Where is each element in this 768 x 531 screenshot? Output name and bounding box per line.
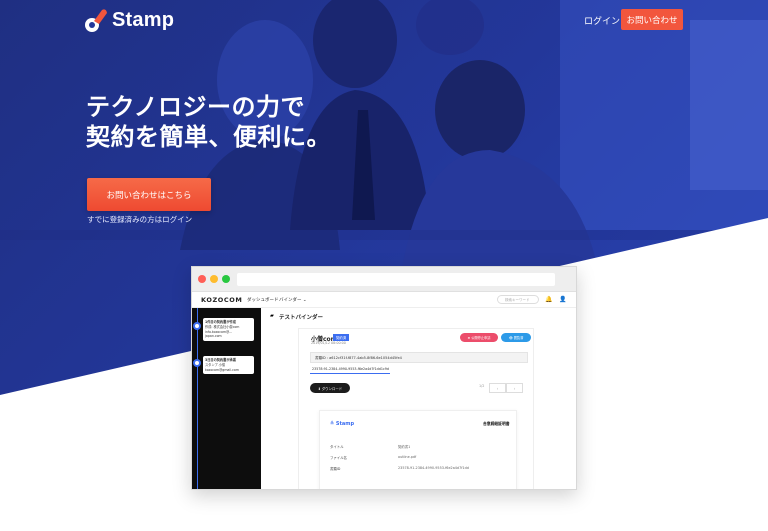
folder-icon: ▰: [270, 313, 274, 319]
document-panel: 小僧com 契約済 2019/01/12 08:00:00 ⊕ 公開停止申請 👁…: [298, 328, 534, 489]
timeline-sidebar: 1件目の契約書が作成 作成: 株式会社小僧com info.kozocom@..…: [192, 308, 261, 489]
app-search-input: 検索キーワード: [497, 295, 539, 304]
timeline-dot: [193, 359, 201, 367]
certificate-preview: ≗ Stamp 合意締結証明書 タイトル 契約書1 ファイル名 outline.…: [319, 410, 517, 489]
row-value: 23578-91-2384-4990-9553-f6e2a4d7f1dd: [398, 466, 469, 470]
document-hash: 23578:91-2384-4990-9553-f6e2a4d7f1dd1c9d: [312, 367, 389, 371]
bell-icon: 🔔: [545, 296, 553, 303]
headline-line-2: 契約を簡単、便利に。: [86, 123, 331, 151]
timeline-card-title: 1件目の契約書が作成: [205, 320, 236, 324]
timeline-card-line: japan.com: [205, 334, 222, 339]
status-badge: 契約済: [333, 334, 350, 341]
row-label: ファイル名: [330, 456, 347, 460]
page-indicator: 1/2: [479, 384, 485, 388]
contact-cta-button[interactable]: お問い合わせはこちら: [87, 178, 211, 211]
address-bar: [237, 273, 555, 286]
stamp-logo-icon: [85, 9, 107, 32]
hash-underline: [310, 373, 390, 374]
timeline-line: [197, 308, 198, 489]
certificate-title: 合意締結証明書: [483, 421, 510, 426]
browser-chrome: [192, 267, 576, 292]
user-icon: 👤: [559, 296, 567, 303]
next-page-icon: ›: [506, 383, 523, 393]
close-dot-icon: [198, 275, 206, 283]
row-value: 契約書1: [398, 445, 411, 449]
certificate-logo: ≗ Stamp: [330, 421, 355, 427]
row-label: 書類ID: [330, 467, 341, 471]
logo-text: Stamp: [112, 8, 175, 31]
row-label: タイトル: [330, 445, 344, 449]
nav-binder: バインダー ⌄: [279, 298, 307, 303]
timeline-card-line: kozocom@gmail.com: [205, 367, 239, 372]
nav-dashboard: ダッシュボード: [247, 298, 279, 303]
timeline-card: 1件目の契約書が作成 作成: 株式会社小僧com info.kozocom@..…: [203, 318, 254, 341]
minimize-dot-icon: [210, 275, 218, 283]
hero-headline: テクノロジーの力で 契約を簡単、便利に。: [86, 92, 331, 152]
row-value: outline.pdf: [398, 455, 417, 459]
login-link[interactable]: ログイン: [584, 14, 620, 27]
timeline-card-title: 3日目の契約書が承認: [205, 358, 236, 362]
viewed-button: 👁 閲覧済: [501, 333, 531, 342]
headline-line-1: テクノロジーの力で: [86, 93, 306, 121]
download-button: ⬇ ダウンロード: [310, 383, 350, 393]
stamp-logo[interactable]: Stamp: [84, 7, 174, 33]
contact-button[interactable]: お問い合わせ: [621, 9, 683, 30]
app-header: KOZOCOM ダッシュボード バインダー ⌄ 検索キーワード 🔔 👤: [192, 292, 576, 308]
timeline-dot: [193, 322, 201, 330]
document-date: 2019/01/12 08:00:00: [311, 341, 346, 345]
binder-title: テストバインダー: [279, 315, 324, 321]
kozocom-logo: KOZOCOM: [201, 296, 243, 304]
timeline-card: 3日目の契約書が承認 スタンプ 小僧 kozocom@gmail.com: [203, 356, 254, 375]
prev-page-icon: ‹: [489, 383, 506, 393]
existing-user-login-link[interactable]: すでに登録済みの方はログイン: [87, 214, 192, 225]
maximize-dot-icon: [222, 275, 230, 283]
stop-publish-button: ⊕ 公開停止申請: [460, 333, 498, 342]
document-id-field: 書類ID : a612cf31f-f877-4ab5-8f86-6e1054d4…: [310, 352, 528, 363]
product-screenshot-mockup: KOZOCOM ダッシュボード バインダー ⌄ 検索キーワード 🔔 👤 1件目の…: [191, 266, 577, 490]
